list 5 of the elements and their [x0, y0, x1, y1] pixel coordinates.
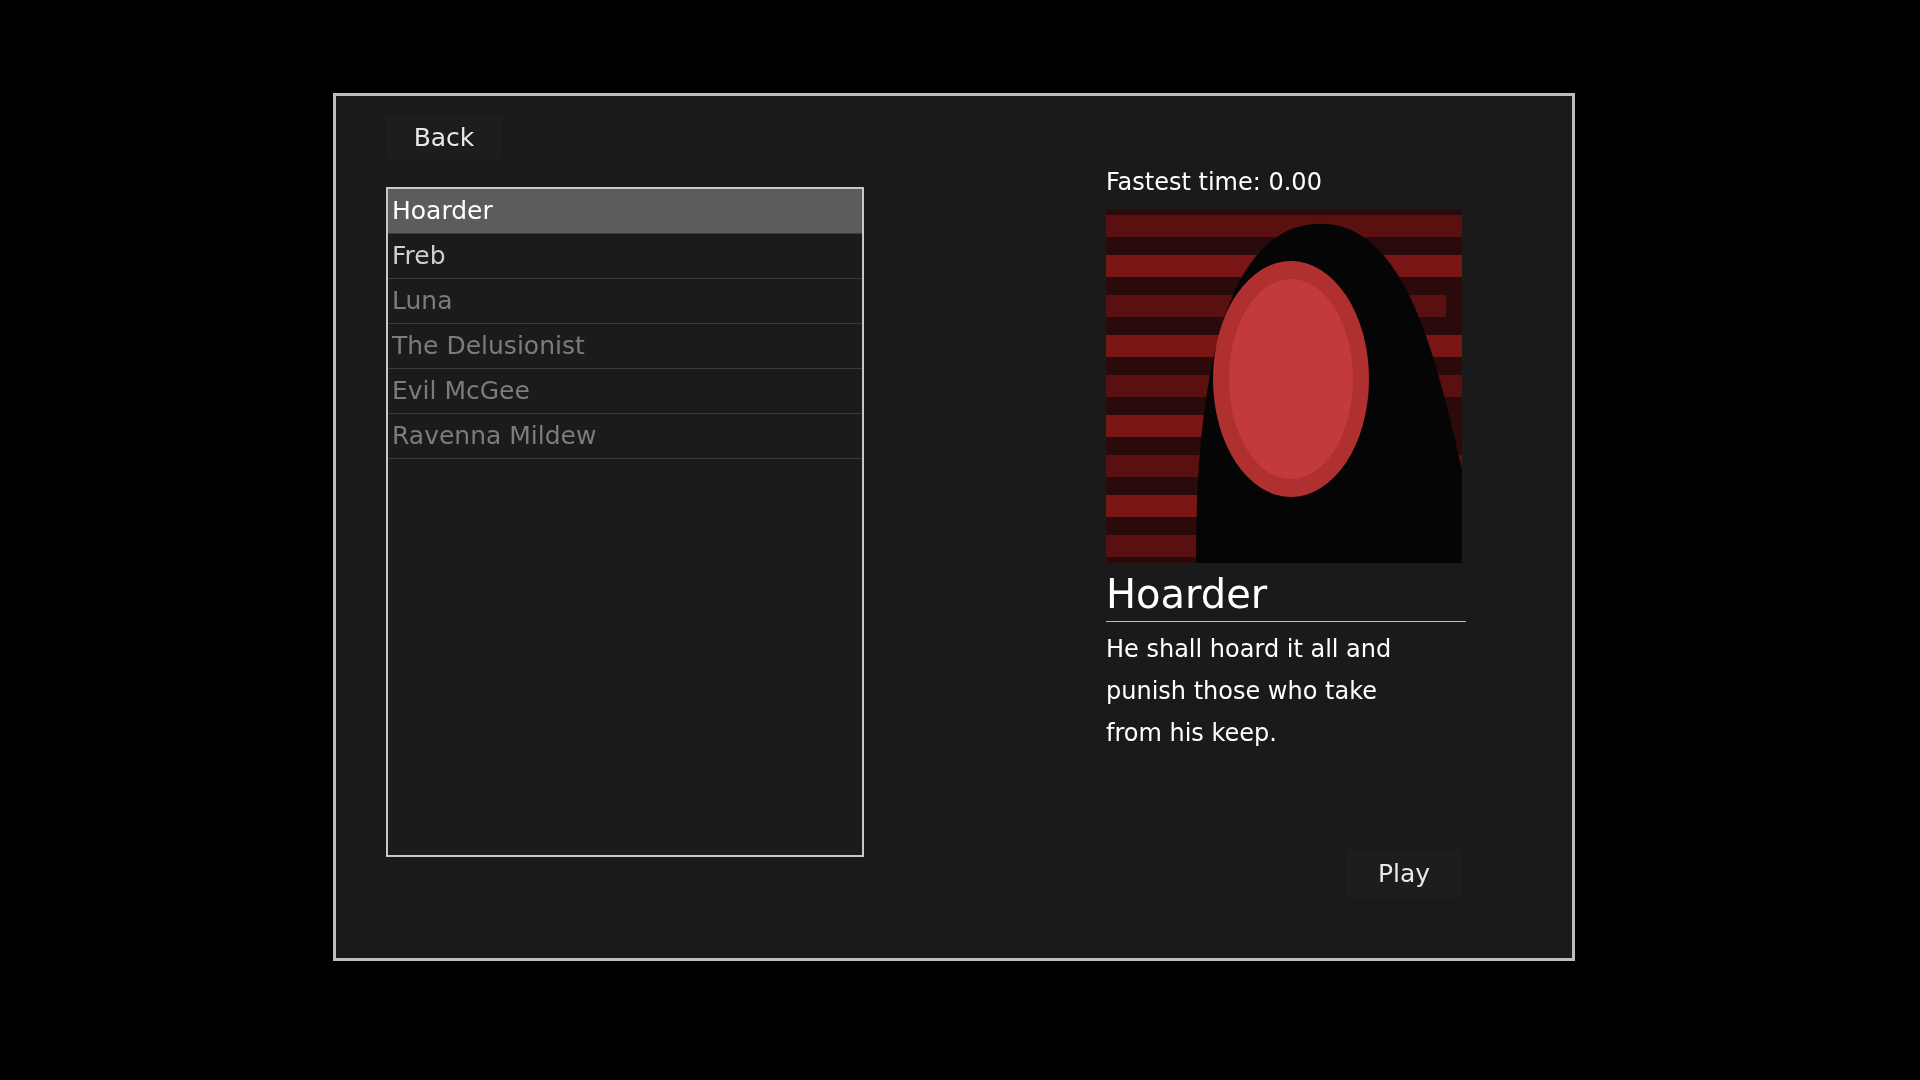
character-list-item[interactable]: Hoarder: [388, 189, 862, 234]
character-list-item[interactable]: Freb: [388, 234, 862, 279]
character-name: Hoarder: [1106, 570, 1268, 619]
fastest-time: Fastest time: 0.00: [1106, 167, 1323, 198]
character-description: He shall hoard it all and punish those who take from his keep.: [1106, 634, 1393, 749]
